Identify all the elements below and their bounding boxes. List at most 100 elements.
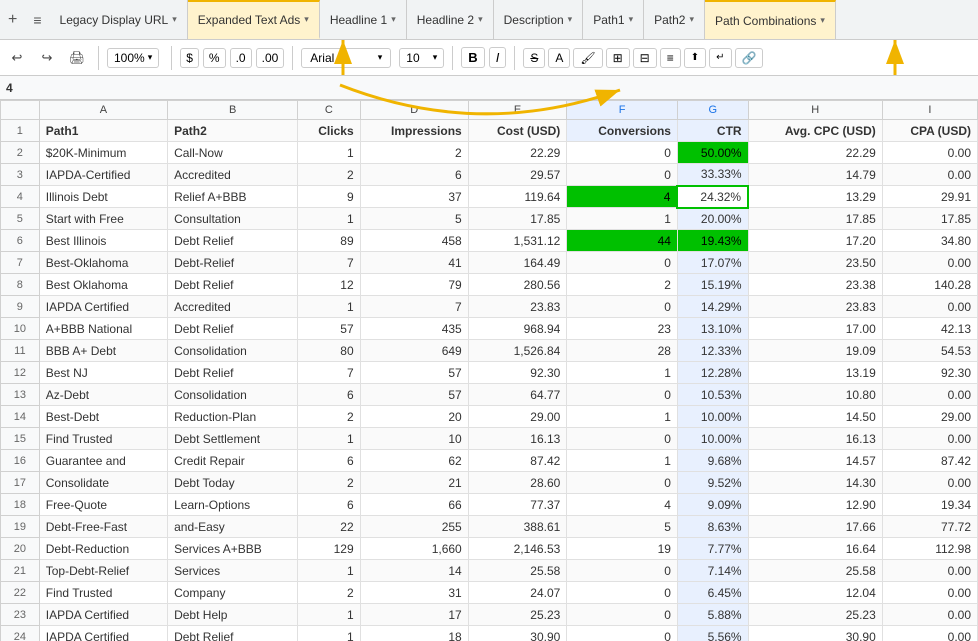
col-header-I[interactable]: I — [882, 101, 977, 120]
cell-cost: 23.83 — [468, 296, 567, 318]
header-path1: Path1 — [39, 120, 167, 142]
tab-description[interactable]: Description ▾ — [494, 0, 584, 39]
align-button[interactable]: ≡ — [660, 48, 681, 68]
link-button[interactable]: 🔗 — [735, 48, 764, 68]
separator — [98, 46, 99, 70]
col-header-B[interactable]: B — [168, 101, 298, 120]
print-button[interactable]: 🖨 — [64, 45, 90, 71]
tab-path-combinations[interactable]: Path Combinations ▾ — [705, 0, 836, 39]
cell-conversions: 4 — [567, 186, 678, 208]
row-header: 7 — [1, 252, 40, 274]
highlight-button[interactable]: 🖌 — [573, 48, 602, 68]
cell-avg-cpc: 12.04 — [748, 582, 882, 604]
cell-clicks: 6 — [298, 450, 360, 472]
cell-impressions: 20 — [360, 406, 468, 428]
tab-path2[interactable]: Path2 ▾ — [644, 0, 705, 39]
text-color-button[interactable]: A — [548, 48, 570, 68]
tab-headline1[interactable]: Headline 1 ▾ — [320, 0, 407, 39]
cell-path1: Guarantee and — [39, 450, 167, 472]
tab-headline2[interactable]: Headline 2 ▾ — [407, 0, 494, 39]
cell-impressions: 57 — [360, 384, 468, 406]
cell-ctr: 9.68% — [677, 450, 748, 472]
header-cost: Cost (USD) — [468, 120, 567, 142]
cell-clicks: 1 — [298, 428, 360, 450]
sheet-menu-button[interactable]: ≡ — [25, 12, 49, 28]
cell-conversions: 4 — [567, 494, 678, 516]
cell-ctr: 9.09% — [677, 494, 748, 516]
percent-button[interactable]: % — [203, 48, 226, 68]
cell-conversions: 0 — [567, 164, 678, 186]
table-row: 5Start with FreeConsultation1517.85120.0… — [1, 208, 978, 230]
decimal-less-button[interactable]: .0 — [230, 48, 252, 68]
border-button[interactable]: ⊞ — [606, 48, 630, 68]
cell-cpa: 77.72 — [882, 516, 977, 538]
cell-path2: Debt Relief — [168, 230, 298, 252]
valign-button[interactable]: ⬆ — [684, 48, 706, 68]
cell-cpa: 19.34 — [882, 494, 977, 516]
redo-button[interactable]: ↪ — [34, 45, 60, 71]
cell-clicks: 1 — [298, 208, 360, 230]
cell-impressions: 57 — [360, 362, 468, 384]
cell-clicks: 12 — [298, 274, 360, 296]
row-header: 6 — [1, 230, 40, 252]
cell-path1: Find Trusted — [39, 582, 167, 604]
cell-ctr: 10.00% — [677, 428, 748, 450]
cell-conversions: 5 — [567, 516, 678, 538]
format-buttons: S A 🖌 ⊞ ⊟ ≡ ⬆ ↵ 🔗 — [523, 48, 763, 68]
add-sheet-button[interactable]: + — [0, 11, 25, 29]
wrap-button[interactable]: ↵ — [709, 48, 731, 68]
cell-impressions: 31 — [360, 582, 468, 604]
cell-path2: Services A+BBB — [168, 538, 298, 560]
cell-avg-cpc: 23.83 — [748, 296, 882, 318]
col-header-H[interactable]: H — [748, 101, 882, 120]
tab-expanded-text-ads[interactable]: Expanded Text Ads ▾ — [188, 0, 320, 39]
cell-cpa: 0.00 — [882, 428, 977, 450]
table-row: 23IAPDA CertifiedDebt Help11725.2305.88%… — [1, 604, 978, 626]
row-header: 15 — [1, 428, 40, 450]
merge-button[interactable]: ⊟ — [633, 48, 657, 68]
col-header-D[interactable]: D — [360, 101, 468, 120]
zoom-control[interactable]: 100% ▾ — [107, 48, 159, 68]
row-header: 16 — [1, 450, 40, 472]
cell-cost: 64.77 — [468, 384, 567, 406]
col-header-F[interactable]: F — [567, 101, 678, 120]
row-header-1: 1 — [1, 120, 40, 142]
cell-cost: 24.07 — [468, 582, 567, 604]
cell-clicks: 1 — [298, 560, 360, 582]
strikethrough-button[interactable]: S — [523, 48, 545, 68]
decimal-more-button[interactable]: .00 — [256, 48, 285, 68]
bold-button[interactable]: B — [461, 47, 484, 68]
cell-impressions: 62 — [360, 450, 468, 472]
spreadsheet-area[interactable]: A B C D E F G H I 1 Path1 Path2 Clicks I… — [0, 100, 978, 641]
cell-avg-cpc: 30.90 — [748, 626, 882, 641]
cell-cost: 2,146.53 — [468, 538, 567, 560]
cell-cost: 17.85 — [468, 208, 567, 230]
font-selector[interactable]: Arial ▾ — [301, 48, 391, 68]
cell-path2: Consolidation — [168, 340, 298, 362]
cell-cost: 968.94 — [468, 318, 567, 340]
font-size-selector[interactable]: 10 ▾ — [399, 48, 444, 68]
undo-button[interactable]: ↩ — [4, 45, 30, 71]
tab-legacy-display-url[interactable]: Legacy Display URL ▾ — [50, 0, 188, 39]
separator — [514, 46, 515, 70]
cell-conversions: 1 — [567, 406, 678, 428]
cell-cpa: 0.00 — [882, 472, 977, 494]
col-header-A[interactable]: A — [39, 101, 167, 120]
col-header-C[interactable]: C — [298, 101, 360, 120]
italic-button[interactable]: I — [489, 47, 507, 68]
row-header: 14 — [1, 406, 40, 428]
table-row: 14Best-DebtReduction-Plan22029.00110.00%… — [1, 406, 978, 428]
row-header: 10 — [1, 318, 40, 340]
cell-cost: 29.00 — [468, 406, 567, 428]
table-row: 2$20K-MinimumCall-Now1222.29050.00%22.29… — [1, 142, 978, 164]
cell-path2: Debt Relief — [168, 362, 298, 384]
cell-clicks: 6 — [298, 494, 360, 516]
col-header-G[interactable]: G — [677, 101, 748, 120]
cell-path2: Consultation — [168, 208, 298, 230]
cell-conversions: 1 — [567, 450, 678, 472]
row-header: 4 — [1, 186, 40, 208]
header-path2: Path2 — [168, 120, 298, 142]
col-header-E[interactable]: E — [468, 101, 567, 120]
currency-button[interactable]: $ — [180, 48, 199, 68]
tab-path1[interactable]: Path1 ▾ — [583, 0, 644, 39]
